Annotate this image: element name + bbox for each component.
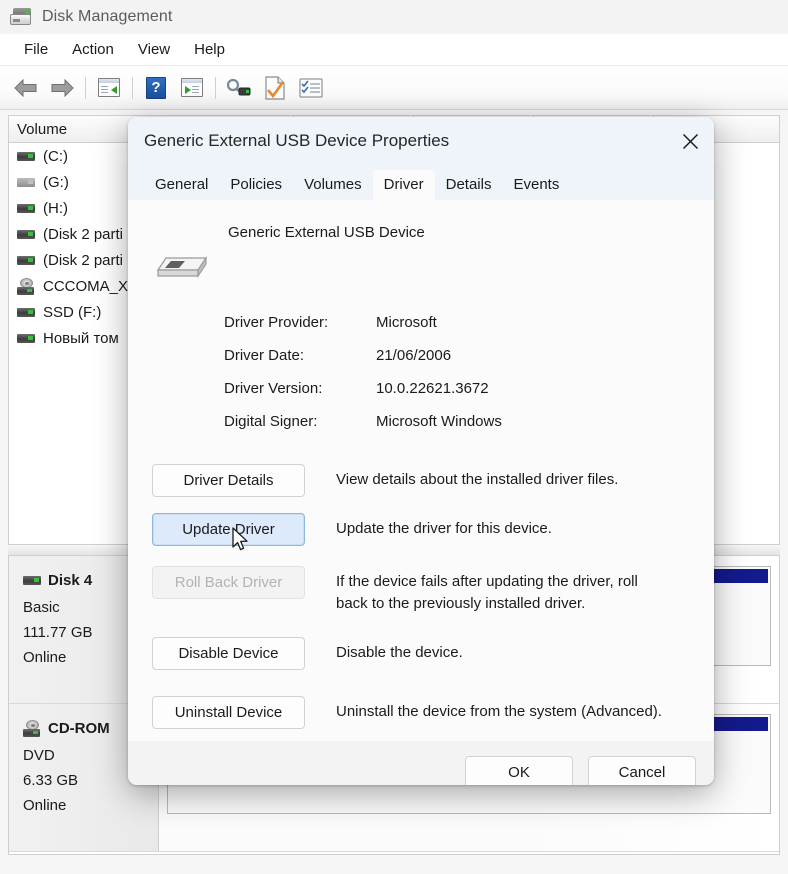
menu-help[interactable]: Help	[182, 38, 237, 61]
menubar: File Action View Help	[0, 34, 788, 66]
menu-view[interactable]: View	[126, 38, 182, 61]
volume-name: Новый том	[43, 329, 119, 347]
back-arrow-icon[interactable]	[11, 73, 41, 103]
dialog-title: Generic External USB Device Properties	[144, 131, 450, 150]
update-driver-description: Update the driver for this device.	[336, 520, 552, 537]
volume-name: CCCOMA_X6	[43, 277, 137, 295]
dialog-tabstrip: General Policies Volumes Driver Details …	[128, 165, 714, 200]
tab-details[interactable]: Details	[435, 170, 503, 200]
ok-button[interactable]: OK	[465, 755, 573, 785]
driver-details-button[interactable]: Driver Details	[152, 464, 305, 497]
driver-info-row: Driver Provider: Microsoft	[224, 306, 690, 339]
tab-general[interactable]: General	[144, 170, 219, 200]
toolbar-separator	[132, 76, 133, 99]
tab-policies[interactable]: Policies	[219, 170, 293, 200]
digital-signer-value: Microsoft Windows	[376, 413, 502, 430]
driver-info-row: Digital Signer: Microsoft Windows	[224, 405, 690, 438]
disk-status: Online	[23, 797, 67, 814]
disable-device-button[interactable]: Disable Device	[152, 637, 305, 670]
roll-back-driver-description: If the device fails after updating the d…	[336, 573, 638, 612]
volume-name: (Disk 2 parti	[43, 251, 124, 269]
action-disable-device: Disable Device Disable the device.	[152, 637, 690, 670]
drive-icon	[23, 576, 41, 585]
volume-name: SSD (F:)	[43, 303, 102, 321]
close-icon[interactable]	[666, 117, 714, 165]
driver-version-value: 10.0.22621.3672	[376, 380, 489, 397]
drive-icon	[17, 203, 35, 213]
drive-icon	[17, 333, 35, 343]
rescan-disks-icon[interactable]	[224, 73, 254, 103]
tab-driver[interactable]: Driver	[372, 170, 435, 200]
tab-volumes[interactable]: Volumes	[293, 170, 373, 200]
device-name: Generic External USB Device	[228, 224, 425, 241]
forward-arrow-icon[interactable]	[47, 73, 77, 103]
dialog-footer: OK Cancel	[128, 741, 714, 785]
properties-icon[interactable]	[260, 73, 290, 103]
cdrom-icon	[23, 720, 41, 737]
driver-date-value: 21/06/2006	[376, 347, 452, 364]
update-driver-button[interactable]: Update Driver	[152, 513, 305, 546]
show-hide-console-tree-icon[interactable]	[94, 73, 124, 103]
volume-name: (G:)	[43, 173, 69, 191]
volume-name: (H:)	[43, 199, 68, 217]
disk-title: Disk 4	[48, 572, 93, 589]
menu-action[interactable]: Action	[60, 38, 126, 61]
dialog-titlebar: Generic External USB Device Properties	[128, 117, 714, 165]
dialog-body: Generic External USB Device Driver Provi…	[128, 200, 714, 741]
driver-info-row: Driver Version: 10.0.22621.3672	[224, 372, 690, 405]
drive-icon	[17, 177, 35, 187]
action-uninstall-device: Uninstall Device Uninstall the device fr…	[152, 696, 690, 729]
driver-provider-label: Driver Provider:	[224, 314, 329, 331]
digital-signer-label: Digital Signer:	[224, 413, 318, 430]
disable-device-description: Disable the device.	[336, 644, 463, 661]
window-title: Disk Management	[42, 8, 173, 25]
usb-device-icon	[152, 236, 210, 288]
device-header: Generic External USB Device	[152, 222, 690, 288]
toolbar-separator	[85, 76, 86, 99]
toolbar-separator	[215, 76, 216, 99]
disk-title: CD-ROM	[48, 720, 110, 737]
volume-name: (Disk 2 parti	[43, 225, 124, 243]
driver-provider-value: Microsoft	[376, 314, 437, 331]
driver-info-row: Driver Date: 21/06/2006	[224, 339, 690, 372]
show-hide-action-pane-icon[interactable]	[177, 73, 207, 103]
toolbar: ?	[0, 66, 788, 110]
help-icon[interactable]: ?	[141, 73, 171, 103]
uninstall-device-button[interactable]: Uninstall Device	[152, 696, 305, 729]
drive-icon	[17, 307, 35, 317]
driver-version-label: Driver Version:	[224, 380, 323, 397]
menu-file[interactable]: File	[12, 38, 60, 61]
action-driver-details: Driver Details View details about the in…	[152, 464, 690, 497]
list-view-icon[interactable]	[296, 73, 326, 103]
drive-icon	[17, 151, 35, 161]
driver-details-description: View details about the installed driver …	[336, 471, 619, 488]
drive-icon	[17, 255, 35, 265]
cdrom-icon	[17, 277, 35, 295]
driver-date-label: Driver Date:	[224, 347, 305, 364]
tab-events[interactable]: Events	[502, 170, 570, 200]
disk-drive-icon	[8, 7, 34, 27]
drive-icon	[17, 229, 35, 239]
device-properties-dialog: Generic External USB Device Properties G…	[128, 117, 714, 785]
roll-back-driver-button: Roll Back Driver	[152, 566, 305, 599]
window-titlebar: Disk Management	[0, 0, 788, 34]
cancel-button[interactable]: Cancel	[588, 755, 696, 785]
action-roll-back-driver: Roll Back Driver If the device fails aft…	[152, 566, 690, 615]
volume-name: (C:)	[43, 147, 68, 165]
driver-actions: Driver Details View details about the in…	[152, 464, 690, 729]
uninstall-device-description: Uninstall the device from the system (Ad…	[336, 703, 662, 720]
driver-info-list: Driver Provider: Microsoft Driver Date: …	[224, 306, 690, 438]
action-update-driver: Update Driver Update the driver for this…	[152, 513, 690, 546]
